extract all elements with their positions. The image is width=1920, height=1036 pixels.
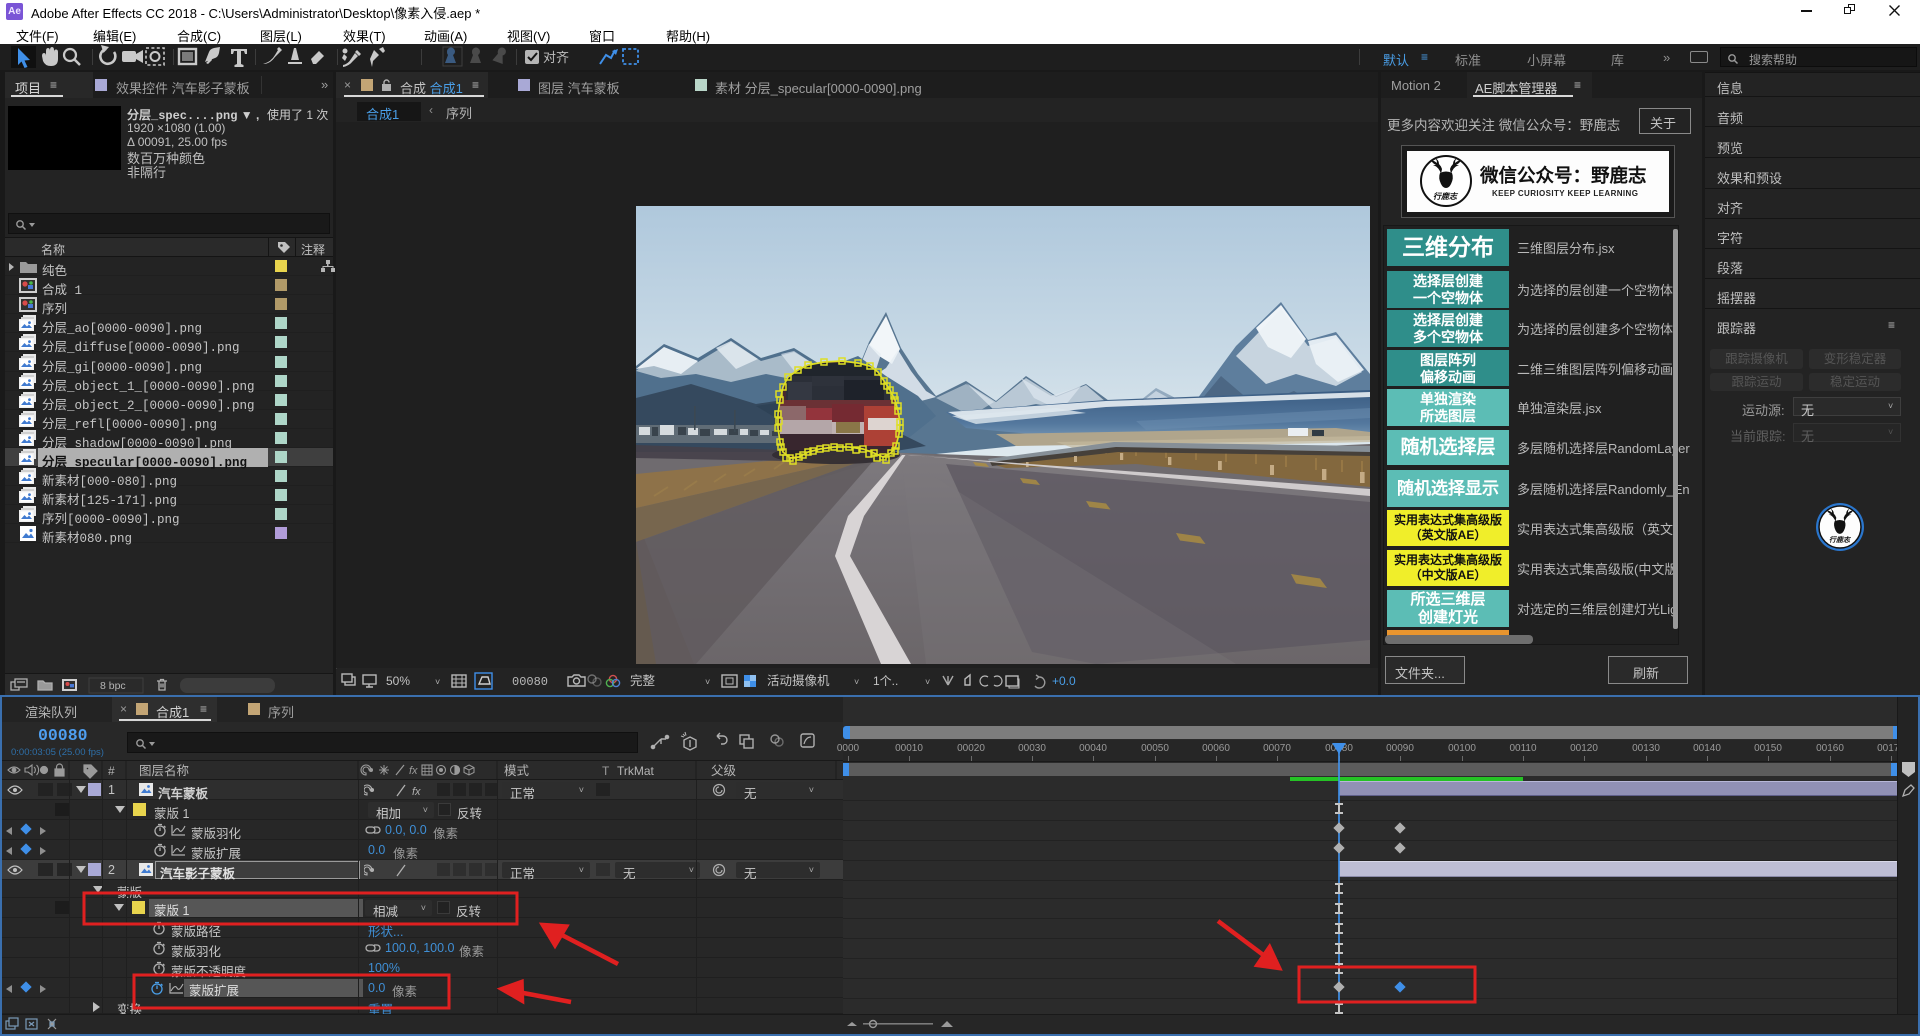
svg-text:父级: 父级 (711, 764, 737, 778)
svg-text:fx: fx (412, 786, 421, 797)
svg-text:模式: 模式 (504, 764, 530, 778)
svg-text:00080: 00080 (512, 675, 548, 689)
svg-text:1个..: 1个.. (873, 674, 898, 688)
svg-text:完整: 完整 (630, 673, 656, 688)
svg-text:˅: ˅ (925, 677, 930, 687)
svg-text:fx: fx (409, 765, 418, 777)
svg-text:˅: ˅ (854, 677, 859, 687)
svg-text:+0.0: +0.0 (1052, 674, 1076, 688)
svg-text:50%: 50% (386, 674, 410, 688)
svg-text:行鹿志: 行鹿志 (1829, 535, 1852, 544)
svg-text:图层名称: 图层名称 (139, 763, 189, 778)
svg-text:8 bpc: 8 bpc (100, 680, 126, 692)
svg-text:˅: ˅ (705, 677, 710, 687)
svg-text:行鹿志: 行鹿志 (1433, 192, 1459, 201)
svg-text:对齐: 对齐 (543, 50, 569, 65)
svg-text:˅: ˅ (435, 677, 440, 687)
svg-text:T: T (602, 764, 610, 778)
svg-text:活动摄像机: 活动摄像机 (767, 673, 830, 688)
svg-text:#: # (108, 764, 115, 778)
svg-text:TrkMat: TrkMat (617, 764, 655, 778)
